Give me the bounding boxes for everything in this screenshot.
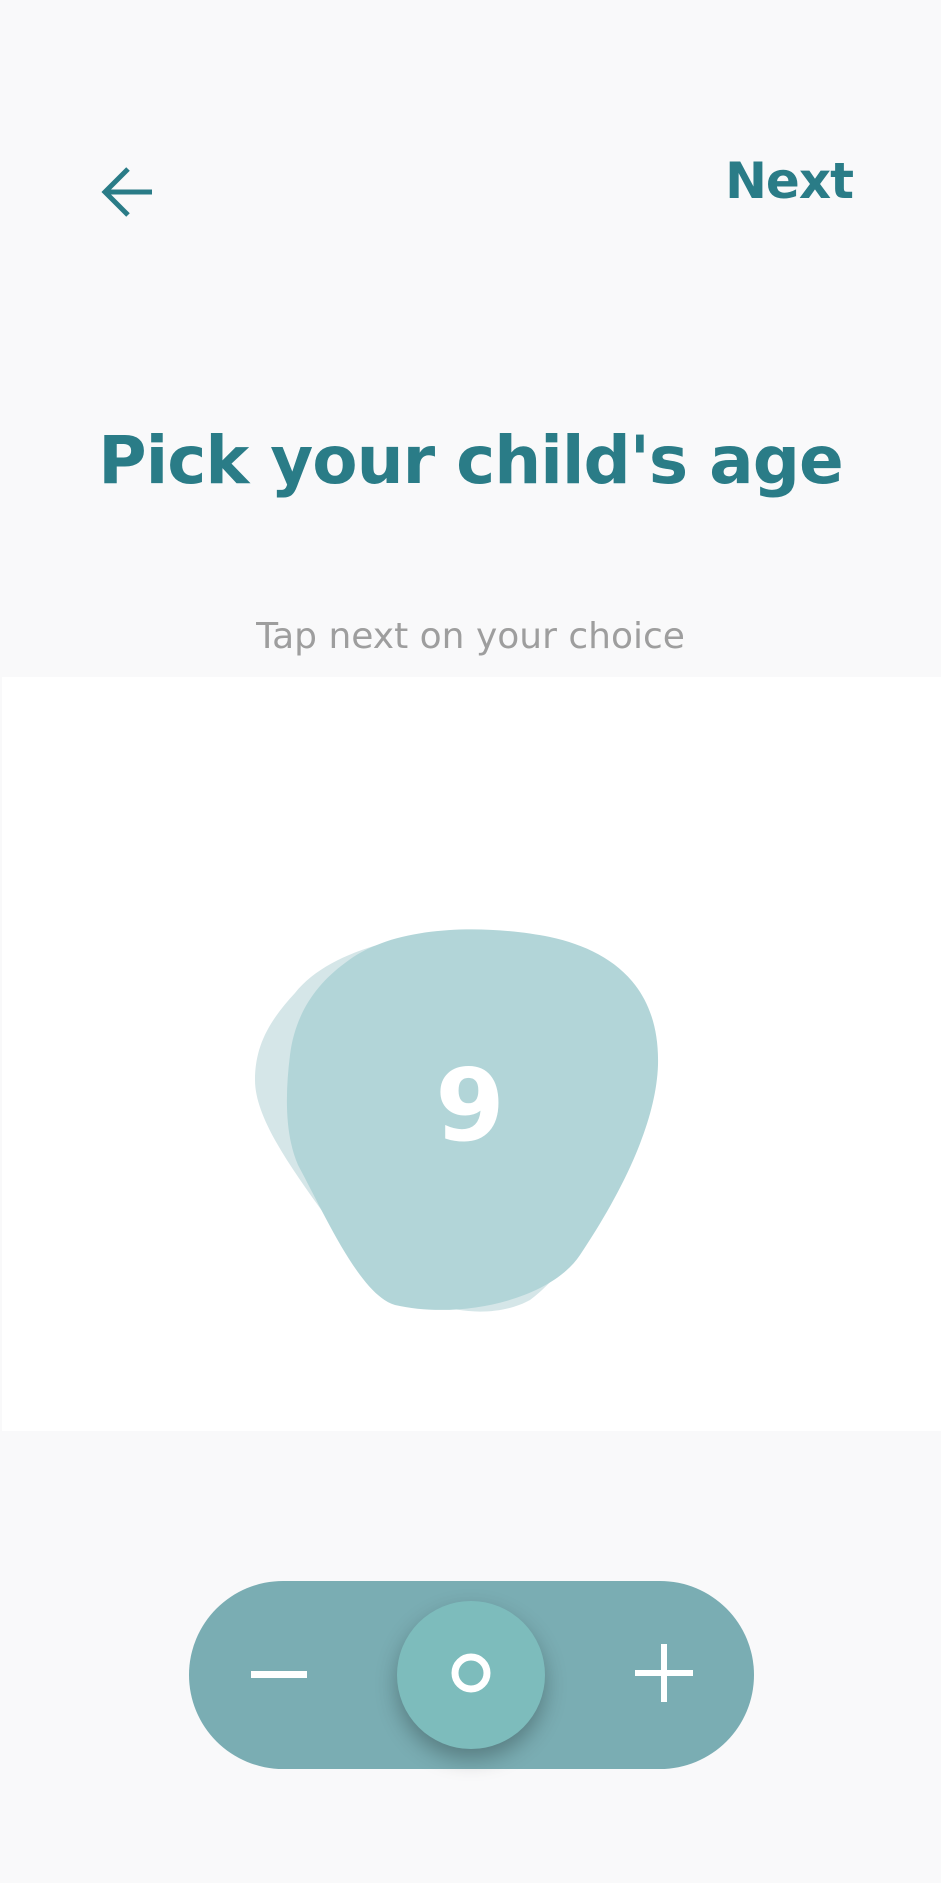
selected-age-value: 9 <box>435 1046 505 1164</box>
arrow-left-icon <box>100 166 156 218</box>
age-picker-screen: Next Pick your child's age Tap next on y… <box>0 0 941 1883</box>
page-subtitle: Tap next on your choice <box>256 616 685 657</box>
age-stepper <box>189 1581 754 1769</box>
next-button[interactable]: Next <box>725 146 854 216</box>
page-title: Pick your child's age <box>98 422 843 499</box>
minus-icon <box>251 1666 307 1685</box>
ring-icon <box>449 1651 493 1699</box>
decrement-button[interactable] <box>229 1625 329 1725</box>
stepper-knob[interactable] <box>397 1601 545 1749</box>
increment-button[interactable] <box>614 1625 714 1725</box>
back-button[interactable] <box>92 156 164 228</box>
plus-icon <box>635 1644 693 1706</box>
